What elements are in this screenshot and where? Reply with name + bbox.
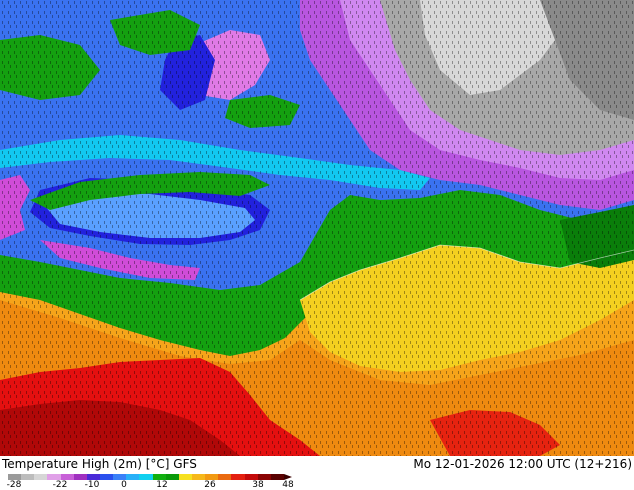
valid-time-label: Mo 12-01-2026 12:00 UTC (12+216): [413, 457, 632, 471]
legend-tick: 0: [121, 480, 127, 490]
legend-tick: -22: [52, 480, 68, 490]
legend-tick-labels: -28 -22 -10 0 12 26 38 48: [0, 480, 634, 490]
temperature-map: [0, 0, 634, 456]
temperature-values-texture: [0, 0, 634, 456]
legend-tick: 12: [156, 480, 168, 490]
legend-tick: -28: [6, 480, 22, 490]
weather-map-screen: Temperature High (2m) [°C] GFS Mo 12-01-…: [0, 0, 634, 490]
map-title: Temperature High (2m) [°C] GFS: [2, 457, 197, 471]
legend-tick: -10: [84, 480, 100, 490]
legend-tick: 48: [282, 480, 294, 490]
legend-tick: 38: [252, 480, 264, 490]
map-footer: Temperature High (2m) [°C] GFS Mo 12-01-…: [0, 456, 634, 490]
legend-tick: 26: [204, 480, 216, 490]
